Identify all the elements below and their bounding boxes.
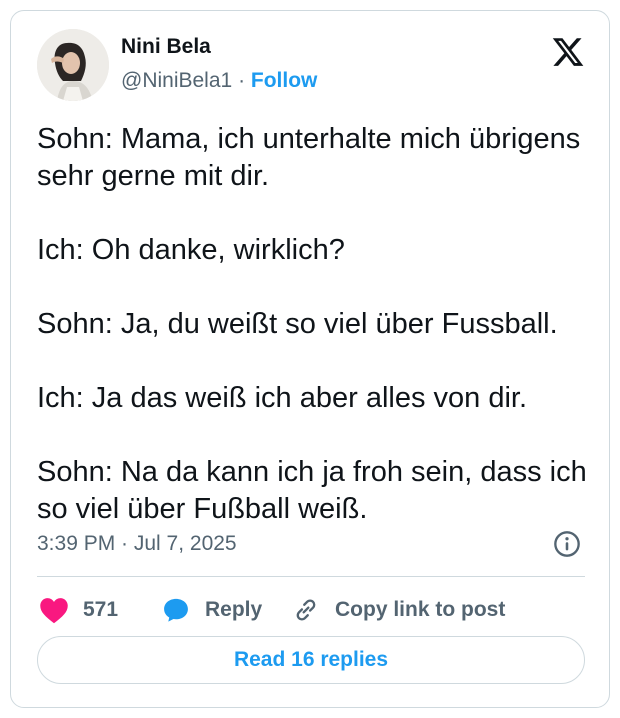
speech-bubble-icon bbox=[164, 598, 188, 622]
author-meta: @NiniBela1 · Follow bbox=[121, 69, 317, 93]
tweet-timestamp[interactable]: 3:39 PM · Jul 7, 2025 bbox=[37, 532, 237, 556]
x-logo-icon[interactable] bbox=[551, 35, 585, 69]
avatar[interactable] bbox=[37, 29, 109, 101]
like-button[interactable]: 571 bbox=[39, 589, 118, 631]
copy-link-button[interactable]: Copy link to post bbox=[291, 589, 505, 631]
heart-icon bbox=[40, 598, 68, 624]
tweet-card: Nini Bela @NiniBela1 · Follow Sohn: Mama… bbox=[10, 10, 610, 708]
reply-label: Reply bbox=[205, 598, 263, 621]
tweet-text: Sohn: Mama, ich unterhalte mich übrigens… bbox=[37, 123, 587, 525]
read-replies-button[interactable]: Read 16 replies bbox=[37, 636, 585, 684]
author-handle[interactable]: @NiniBela1 bbox=[121, 69, 232, 92]
reply-button[interactable]: Reply bbox=[161, 589, 262, 631]
info-icon[interactable] bbox=[553, 530, 581, 558]
copy-link-label: Copy link to post bbox=[335, 598, 506, 621]
like-count: 571 bbox=[83, 598, 119, 621]
meta-separator: · bbox=[238, 69, 246, 92]
avatar-photo bbox=[37, 29, 109, 101]
link-icon bbox=[296, 599, 316, 621]
follow-link[interactable]: Follow bbox=[251, 69, 318, 92]
divider bbox=[37, 576, 585, 577]
author-name[interactable]: Nini Bela bbox=[121, 35, 211, 59]
action-bar: 571 Reply Copy link to post bbox=[37, 589, 597, 631]
